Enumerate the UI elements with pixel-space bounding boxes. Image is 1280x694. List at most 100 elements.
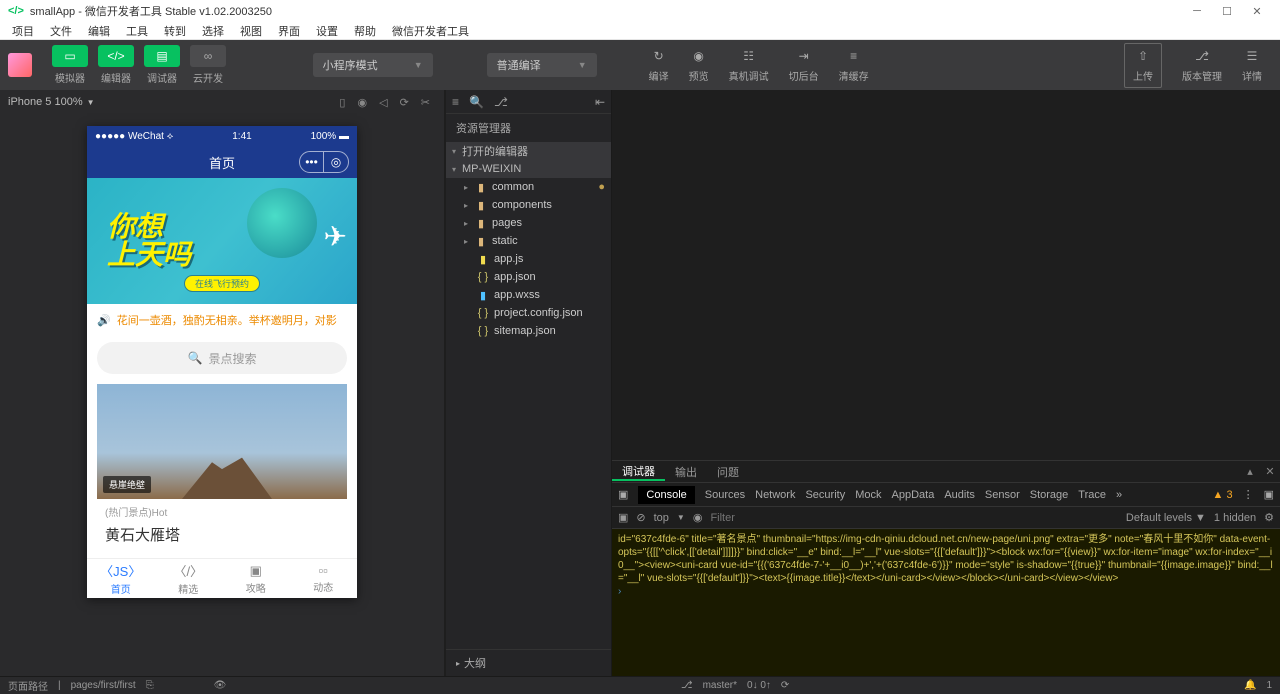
- project-header[interactable]: ▾MP-WEIXIN: [446, 160, 611, 178]
- tab-security[interactable]: Security: [805, 489, 845, 501]
- tab-sensor[interactable]: Sensor: [985, 489, 1020, 501]
- filter-input[interactable]: [710, 512, 1117, 524]
- file-app-json[interactable]: { }app.json: [446, 268, 611, 286]
- remote-debug-button[interactable]: ☷真机调试: [729, 48, 769, 83]
- menu-devtools[interactable]: 微信开发者工具: [386, 23, 475, 39]
- mute-icon[interactable]: ◁: [379, 96, 387, 109]
- context-select[interactable]: top: [654, 512, 669, 524]
- record-icon[interactable]: ◉: [357, 96, 367, 109]
- explorer-title: 资源管理器: [446, 114, 611, 142]
- inspect-icon[interactable]: ▣: [618, 488, 628, 501]
- tab-storage[interactable]: Storage: [1030, 489, 1069, 501]
- file-project-config[interactable]: { }project.config.json: [446, 304, 611, 322]
- levels-select[interactable]: Default levels ▼: [1126, 512, 1206, 524]
- scissor-icon[interactable]: ✂: [421, 96, 430, 109]
- clear-cache-button[interactable]: ≡清缓存: [839, 48, 869, 83]
- sync-icon[interactable]: ⟳: [781, 680, 789, 691]
- menu-help[interactable]: 帮助: [348, 23, 382, 39]
- menu-edit[interactable]: 编辑: [82, 23, 116, 39]
- tab-audits[interactable]: Audits: [944, 489, 975, 501]
- menu-tools[interactable]: 工具: [120, 23, 154, 39]
- tab-console[interactable]: Console: [638, 486, 694, 504]
- compile-button[interactable]: ↻编译: [649, 48, 669, 83]
- file-app-js[interactable]: ▮app.js: [446, 250, 611, 268]
- warning-badge[interactable]: ▲ 3: [1213, 489, 1233, 501]
- bell-icon[interactable]: 🔔: [1244, 680, 1256, 691]
- console-clear-icon[interactable]: ⊘: [636, 511, 645, 524]
- tab-trace[interactable]: Trace: [1078, 489, 1106, 501]
- capsule-close[interactable]: ◎: [324, 152, 348, 172]
- explorer-menu-icon[interactable]: ≡: [452, 95, 459, 109]
- git-branch-icon[interactable]: ⎇: [681, 680, 693, 691]
- tab-mock[interactable]: Mock: [855, 489, 881, 501]
- devtools-menu-icon[interactable]: ⋮: [1243, 488, 1254, 501]
- minimize-button[interactable]: ─: [1182, 5, 1212, 17]
- file-app-wxss[interactable]: ▮app.wxss: [446, 286, 611, 304]
- tab-guide[interactable]: ▣攻略: [222, 559, 290, 598]
- devtools-dock-icon[interactable]: ▣: [1264, 488, 1274, 501]
- tab-sources[interactable]: Sources: [705, 489, 745, 501]
- outline-header[interactable]: ▸大纲: [446, 649, 611, 676]
- explorer-branch-icon[interactable]: ⎇: [494, 95, 508, 109]
- tab-network[interactable]: Network: [755, 489, 795, 501]
- folder-components[interactable]: ▸▮components: [446, 196, 611, 214]
- debugger-button[interactable]: ▤调试器: [144, 45, 180, 85]
- devtools-close-icon[interactable]: ✕: [1260, 465, 1280, 478]
- mode-select[interactable]: 小程序模式▼: [313, 53, 433, 77]
- open-editors-header[interactable]: ▾打开的编辑器: [446, 142, 611, 160]
- hidden-count[interactable]: 1 hidden: [1214, 512, 1256, 524]
- upload-button[interactable]: ⇧上传: [1124, 43, 1162, 88]
- folder-common[interactable]: ▸▮common●: [446, 178, 611, 196]
- copy-path-icon[interactable]: ⎘: [146, 680, 154, 691]
- menu-view[interactable]: 视图: [234, 23, 268, 39]
- menubar: 项目 文件 编辑 工具 转到 选择 视图 界面 设置 帮助 微信开发者工具: [0, 22, 1280, 40]
- menu-goto[interactable]: 转到: [158, 23, 192, 39]
- details-button[interactable]: ☰详情: [1242, 48, 1262, 83]
- menu-project[interactable]: 项目: [6, 23, 40, 39]
- console-inspect-icon[interactable]: ▣: [618, 511, 628, 524]
- git-branch[interactable]: master*: [703, 680, 737, 691]
- editor-button[interactable]: </>编辑器: [98, 45, 134, 85]
- tab-appdata[interactable]: AppData: [892, 489, 935, 501]
- simulator-button[interactable]: ▭模拟器: [52, 45, 88, 85]
- explorer-search-icon[interactable]: 🔍: [469, 95, 484, 109]
- tab-feed[interactable]: ▫▫动态: [290, 559, 358, 598]
- background-button[interactable]: ⇥切后台: [789, 48, 819, 83]
- cloud-button[interactable]: ∞云开发: [190, 45, 226, 85]
- menu-interface[interactable]: 界面: [272, 23, 306, 39]
- tab-featured[interactable]: 〈/〉精选: [155, 559, 223, 598]
- file-sitemap[interactable]: { }sitemap.json: [446, 322, 611, 340]
- folder-pages[interactable]: ▸▮pages: [446, 214, 611, 232]
- rotate-icon[interactable]: ⟳: [400, 96, 409, 109]
- banner-image[interactable]: 你想 上天吗 ✈ 在线飞行预约: [87, 178, 357, 304]
- scenic-card[interactable]: 悬崖绝壁 (热门景点)Hot 黄石大雁塔: [97, 384, 347, 558]
- devtools-expand-icon[interactable]: ▴: [1240, 465, 1260, 478]
- compile-select[interactable]: 普通编译▼: [487, 53, 597, 77]
- folder-static[interactable]: ▸▮static: [446, 232, 611, 250]
- eye-icon[interactable]: 👁: [214, 680, 227, 691]
- git-changes[interactable]: 0↓ 0↑: [747, 680, 771, 691]
- devtab-problems[interactable]: 问题: [707, 464, 749, 480]
- devtab-output[interactable]: 输出: [665, 464, 707, 480]
- more-tabs-icon[interactable]: »: [1116, 489, 1122, 501]
- user-avatar[interactable]: [8, 53, 32, 77]
- menu-file[interactable]: 文件: [44, 23, 78, 39]
- devtab-debugger[interactable]: 调试器: [612, 463, 665, 481]
- console-settings-icon[interactable]: ⚙: [1264, 511, 1274, 524]
- maximize-button[interactable]: ☐: [1212, 5, 1242, 18]
- tab-home[interactable]: 〈JS〉首页: [87, 559, 155, 598]
- page-path[interactable]: pages/first/first: [71, 680, 136, 691]
- version-button[interactable]: ⎇版本管理: [1182, 48, 1222, 83]
- explorer-collapse-icon[interactable]: ⇤: [595, 95, 605, 109]
- console-output[interactable]: id="637c4fde-6" title="著名景点" thumbnail="…: [612, 529, 1280, 676]
- tabbar: 〈JS〉首页 〈/〉精选 ▣攻略 ▫▫动态: [87, 558, 357, 598]
- menu-settings[interactable]: 设置: [310, 23, 344, 39]
- device-icon[interactable]: ▯: [339, 96, 345, 109]
- close-button[interactable]: ✕: [1242, 5, 1272, 18]
- preview-button[interactable]: ◉预览: [689, 48, 709, 83]
- capsule-menu[interactable]: •••: [300, 152, 324, 172]
- search-input[interactable]: 🔍景点搜索: [97, 342, 347, 374]
- live-icon[interactable]: ◉: [693, 511, 703, 524]
- device-select[interactable]: iPhone 5 100%: [8, 96, 83, 108]
- menu-select[interactable]: 选择: [196, 23, 230, 39]
